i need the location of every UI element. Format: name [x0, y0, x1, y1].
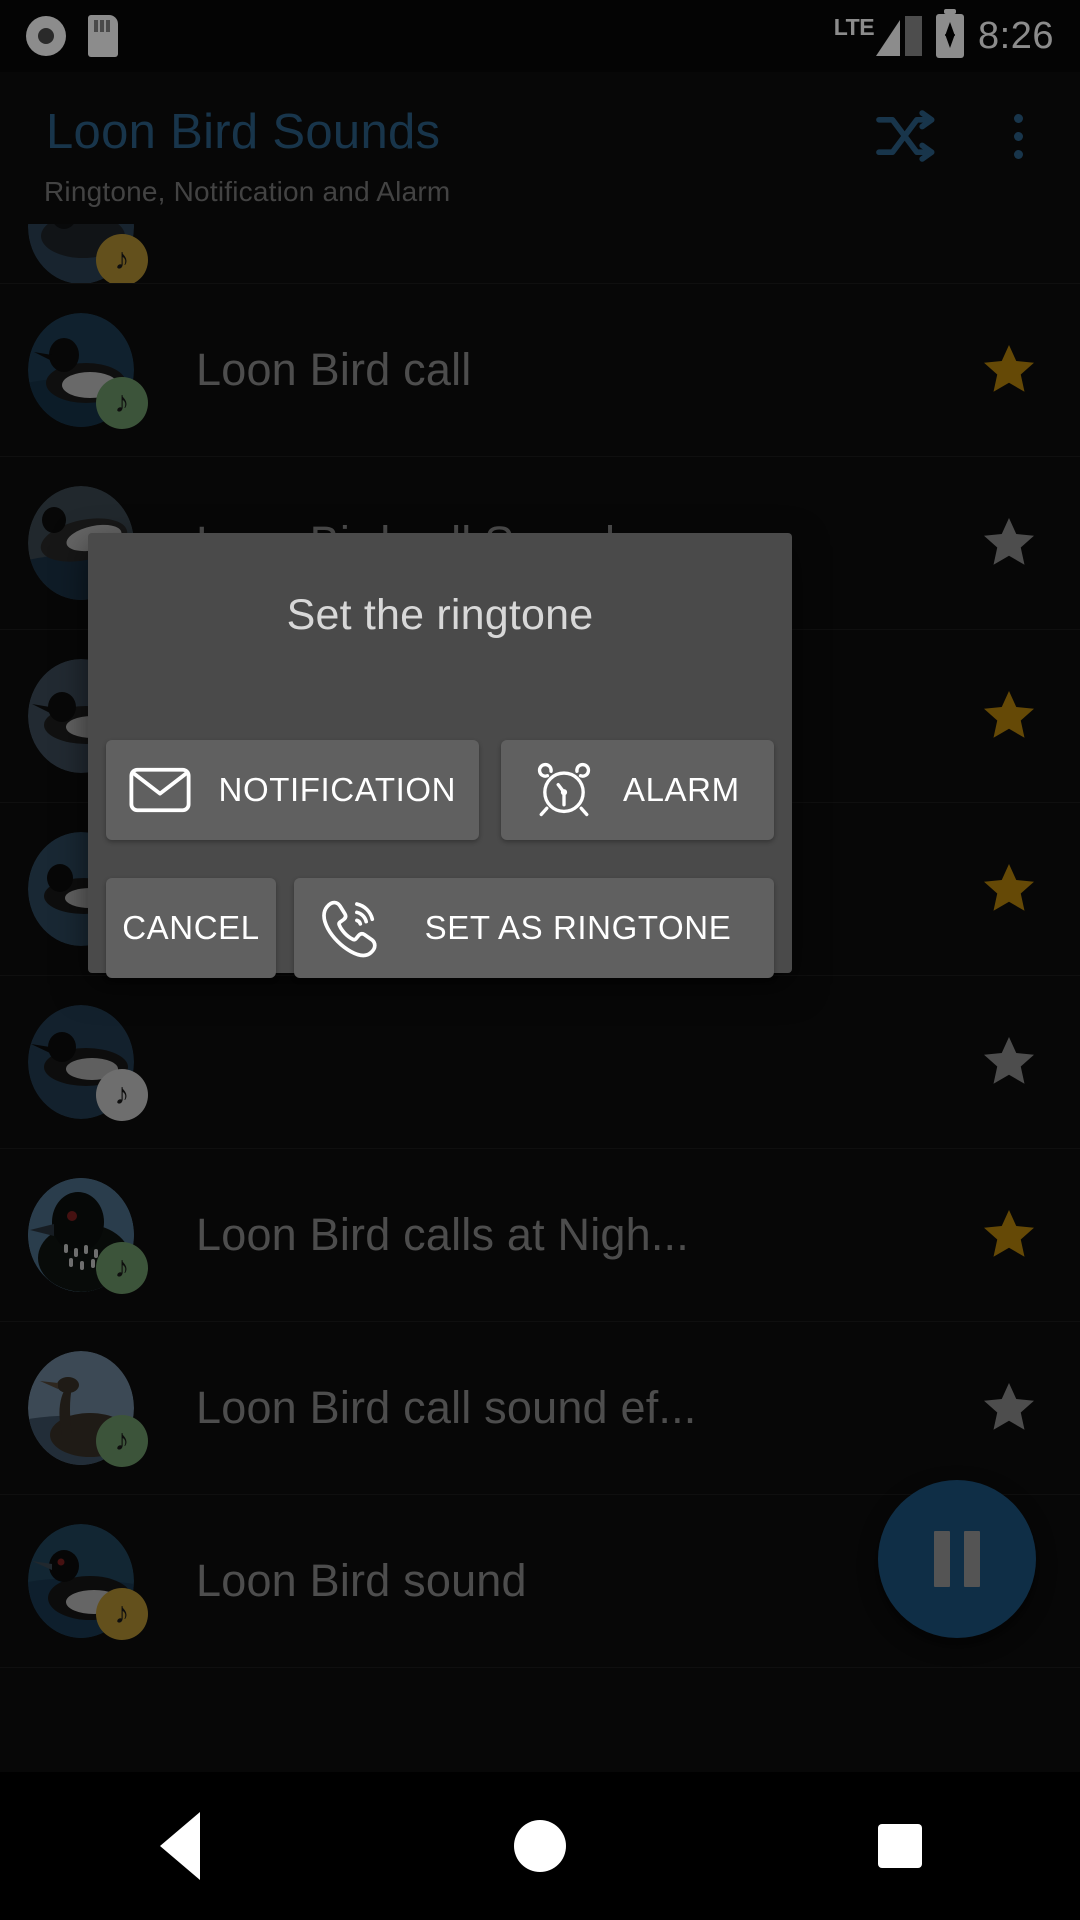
- set-as-ringtone-button[interactable]: SET AS RINGTONE: [294, 878, 774, 978]
- home-icon: [514, 1820, 566, 1872]
- nav-recents-button[interactable]: [830, 1772, 970, 1920]
- notification-button[interactable]: NOTIFICATION: [106, 740, 479, 840]
- envelope-icon: [129, 767, 191, 813]
- alarm-button[interactable]: ALARM: [500, 740, 774, 840]
- recents-icon: [878, 1824, 922, 1868]
- set-ringtone-dialog: Set the ringtone NOTIFICATION ALARM CANC…: [88, 533, 792, 978]
- android-nav-bar: [0, 1772, 1080, 1920]
- dialog-title: Set the ringtone: [286, 591, 594, 639]
- cancel-button-label: CANCEL: [122, 909, 260, 946]
- alarm-clock-icon: [535, 761, 593, 819]
- app-screen: LTE 8:26 Loon Bird Sounds Ringtone, Noti…: [0, 0, 1080, 1920]
- alarm-button-label: ALARM: [622, 771, 740, 808]
- cancel-button[interactable]: CANCEL: [106, 878, 276, 978]
- back-icon: [160, 1812, 200, 1880]
- set-as-ringtone-button-label: SET AS RINGTONE: [424, 909, 732, 946]
- dialog-button-row-primary: NOTIFICATION ALARM: [106, 740, 774, 840]
- dialog-button-row-secondary: CANCEL SET AS RINGTONE: [106, 878, 774, 978]
- phone-ringing-icon: [319, 896, 385, 960]
- nav-home-button[interactable]: [470, 1772, 610, 1920]
- notification-button-label: NOTIFICATION: [218, 771, 457, 808]
- nav-back-button[interactable]: [110, 1772, 250, 1920]
